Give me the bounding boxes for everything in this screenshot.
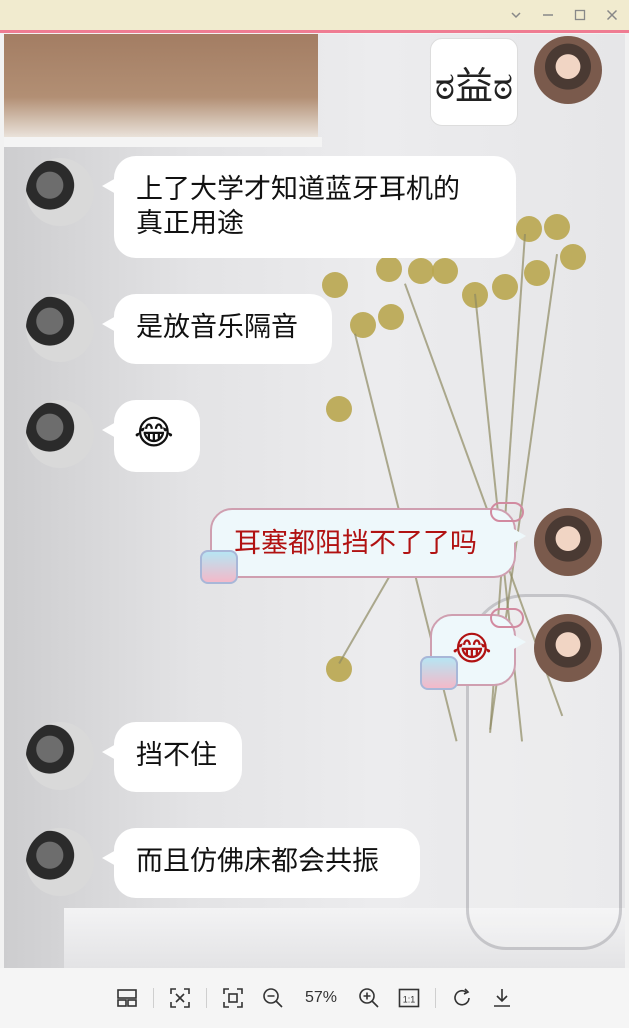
flower-decoration (560, 244, 586, 270)
chat-bubble-left: 上了大学才知道蓝牙耳机的 真正用途 (102, 156, 516, 258)
flower-decoration (524, 260, 550, 286)
fullscreen-icon[interactable] (213, 978, 253, 1018)
avatar (26, 722, 94, 790)
viewer-toolbar: 57% 1:1 (0, 968, 629, 1028)
toolbar-divider (206, 988, 207, 1008)
download-icon[interactable] (482, 978, 522, 1018)
zoom-level: 57% (304, 989, 338, 1006)
avatar (534, 614, 602, 682)
avatar (534, 508, 602, 576)
fit-icon[interactable] (160, 978, 200, 1018)
chevron-down-icon[interactable] (507, 6, 525, 24)
chat-bubble-left: 挡不住 (102, 722, 242, 792)
actual-size-icon[interactable]: 1:1 (389, 978, 429, 1018)
bottle-decoration (420, 656, 458, 690)
bottle-decoration (200, 550, 238, 584)
goggle-decoration (490, 502, 524, 522)
background-photo-frame (4, 34, 322, 147)
flower-decoration (378, 304, 404, 330)
avatar (26, 158, 94, 226)
flower-decoration (326, 396, 352, 422)
flower-decoration (408, 258, 434, 284)
rotate-icon[interactable] (442, 978, 482, 1018)
chat-bubble-right: 耳塞都阻挡不了了吗 (210, 508, 526, 578)
avatar (26, 828, 94, 896)
toolbar-divider (153, 988, 154, 1008)
zoom-out-icon[interactable] (253, 978, 293, 1018)
flower-decoration (516, 216, 542, 242)
window-controls (507, 6, 621, 24)
avatar (26, 400, 94, 468)
title-bar (0, 0, 629, 33)
chat-bubble-left: 是放音乐隔音 (102, 294, 332, 364)
actual-size-label: 1:1 (403, 995, 416, 1005)
image-canvas[interactable]: ಠ益ಠ 上了大学才知道蓝牙耳机的 真正用途 是放音乐隔音 😂 耳塞都阻挡不了了吗… (4, 34, 625, 968)
flower-decoration (432, 258, 458, 284)
toolbar-divider (435, 988, 436, 1008)
flower-decoration (544, 214, 570, 240)
panda-avatar: ಠ益ಠ (430, 38, 518, 126)
flower-decoration (376, 256, 402, 282)
panda-face: ಠ益ಠ (434, 63, 514, 108)
zoom-in-icon[interactable] (349, 978, 389, 1018)
minimize-icon[interactable] (539, 6, 557, 24)
thumbnails-icon[interactable] (107, 978, 147, 1018)
maximize-icon[interactable] (571, 6, 589, 24)
avatar (534, 36, 602, 104)
flower-decoration (492, 274, 518, 300)
flower-decoration (322, 272, 348, 298)
avatar (26, 294, 94, 362)
chat-bubble-left: 而且仿佛床都会共振 (102, 828, 420, 898)
close-icon[interactable] (603, 6, 621, 24)
chat-bubble-left: 😂 (102, 400, 200, 472)
goggle-decoration (490, 608, 524, 628)
